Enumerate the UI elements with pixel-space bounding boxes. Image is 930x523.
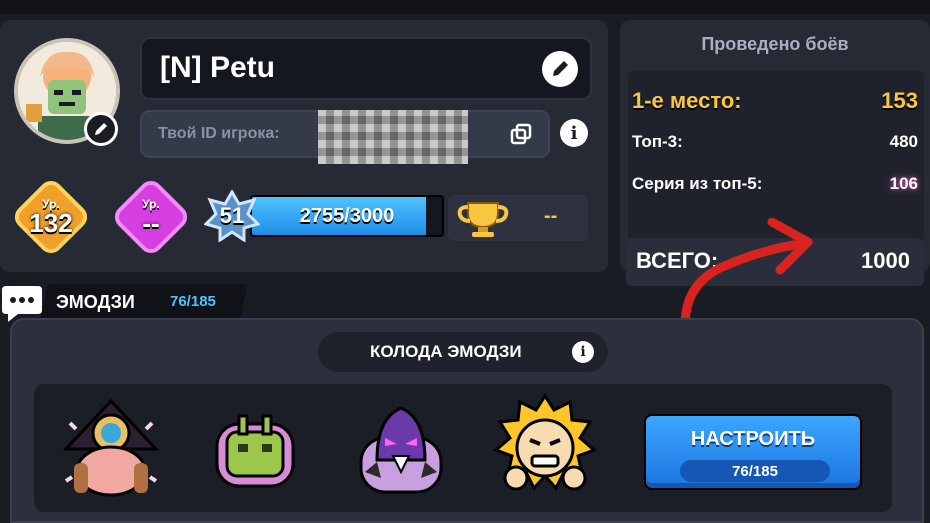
setup-count-bar: 76/185 xyxy=(680,460,830,482)
setup-count: 76/185 xyxy=(732,463,778,480)
first-place-label: 1-е место: xyxy=(632,88,742,113)
level2-value: -- xyxy=(142,208,160,238)
player-name-field[interactable]: [N] Petu xyxy=(140,37,592,100)
top-frame xyxy=(0,0,930,14)
total-value: 1000 xyxy=(861,248,910,273)
player-level-badge[interactable]: Ур. 132 xyxy=(9,175,93,259)
emoji-tab-count: 76/185 xyxy=(170,293,216,310)
deck-header: КОЛОДА ЭМОДЗИ i xyxy=(318,332,608,372)
top5-label: Серия из топ-5: xyxy=(632,174,763,193)
deck-title: КОЛОДА ЭМОДЗИ xyxy=(370,342,522,361)
wizard-emoji-icon xyxy=(62,398,160,497)
info-icon[interactable]: i xyxy=(572,341,594,363)
first-place-row: 1-е место: 153 xyxy=(632,88,918,118)
emoji-slot-robot[interactable] xyxy=(200,384,310,512)
xp-text: 2755/3000 xyxy=(299,205,395,227)
trophy-value: -- xyxy=(544,205,558,227)
emoji-slot-demon[interactable] xyxy=(346,384,456,512)
stats-title: Проведено боёв xyxy=(701,34,849,54)
player-name: [N] Petu xyxy=(160,51,275,84)
top5-value: 106 xyxy=(889,174,918,193)
angry-emoji-icon xyxy=(493,393,597,491)
emoji-slot-angry[interactable] xyxy=(490,384,600,512)
top3-label: Топ-3: xyxy=(632,132,683,151)
top3-value: 480 xyxy=(889,132,918,151)
rank-star-badge: 51 xyxy=(204,190,260,242)
second-level-badge[interactable]: Ур. -- xyxy=(109,175,193,259)
trophy-icon xyxy=(457,202,509,237)
copy-icon[interactable] xyxy=(508,122,534,148)
setup-deck-button[interactable]: НАСТРОИТЬ 76/185 xyxy=(644,414,862,490)
emoji-slot-wizard[interactable] xyxy=(56,384,166,512)
demon-emoji-icon xyxy=(359,406,443,494)
player-id-label: Твой ID игрока: xyxy=(158,125,280,142)
level-value: 132 xyxy=(29,208,73,238)
player-id-field: Твой ID игрока: xyxy=(140,110,550,164)
edit-name-button[interactable] xyxy=(542,51,578,87)
first-place-value: 153 xyxy=(881,88,918,113)
pencil-icon xyxy=(553,61,568,76)
rank-value: 51 xyxy=(219,203,245,228)
info-icon[interactable]: i xyxy=(560,119,588,147)
pencil-icon xyxy=(95,123,107,135)
robot-emoji-icon xyxy=(215,414,295,488)
avatar-edit-button[interactable] xyxy=(84,112,118,146)
setup-label: НАСТРОИТЬ xyxy=(690,428,816,450)
top3-row: Топ-3: 480 xyxy=(632,132,918,158)
player-id-redacted xyxy=(318,110,468,164)
xp-progress-bar: 2755/3000 xyxy=(250,195,444,237)
trophy-box: -- xyxy=(448,195,588,241)
top5-row: Серия из топ-5: 106 xyxy=(632,174,918,200)
emoji-tab-label: ЭМОДЗИ xyxy=(56,292,135,312)
